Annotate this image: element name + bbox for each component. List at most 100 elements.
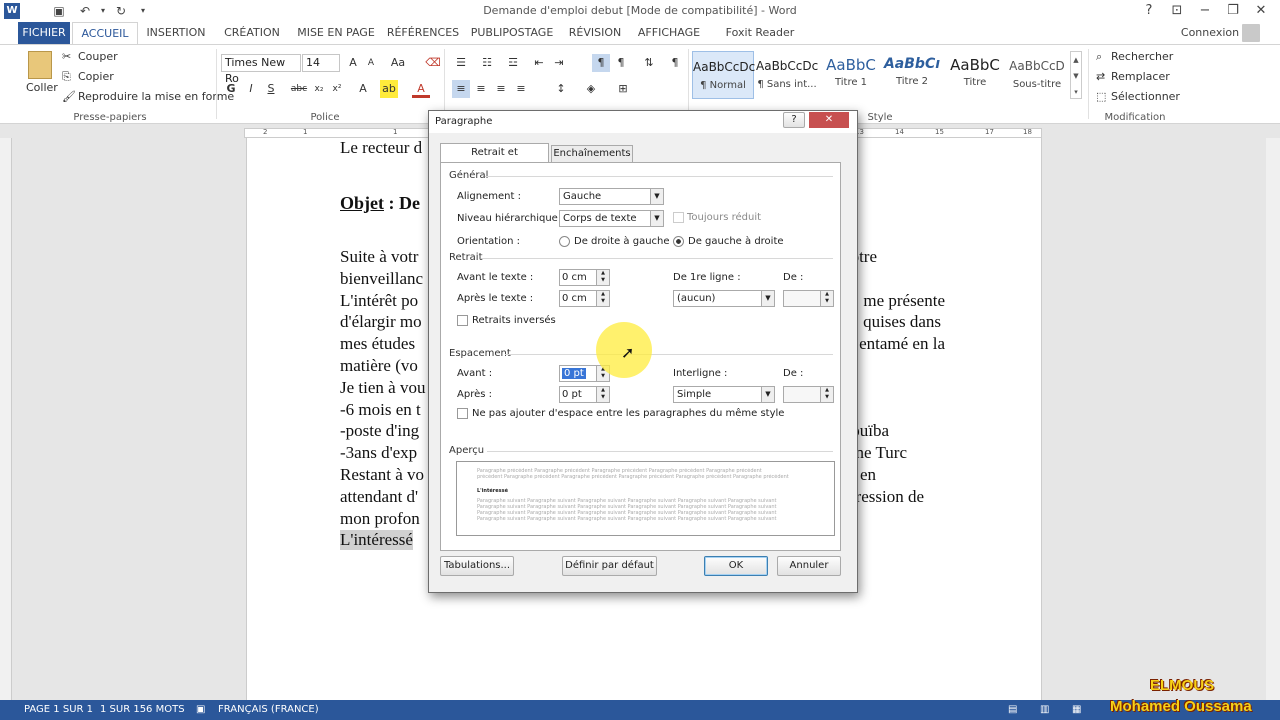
language[interactable]: FRANÇAIS (FRANCE) <box>218 704 319 715</box>
line-spacing-at-spinner[interactable]: ▲ ▼ <box>783 386 834 403</box>
align-center-icon[interactable]: ≡ <box>472 80 490 98</box>
rtl-radio[interactable] <box>559 236 570 247</box>
first-line-select[interactable]: (aucun) ▼ <box>673 290 775 307</box>
print-layout-icon[interactable]: ▥ <box>1040 704 1049 715</box>
tab-revision[interactable]: RÉVISION <box>564 22 626 44</box>
highlight-icon[interactable]: ab <box>380 80 398 98</box>
change-case-icon[interactable]: Aa <box>386 54 410 72</box>
superscript-icon[interactable]: x² <box>328 80 346 98</box>
indent-before-spinner[interactable]: 0 cm ▲ ▼ <box>559 269 610 286</box>
sort-icon[interactable]: ⇅ <box>640 54 658 72</box>
spinner-arrows-icon[interactable]: ▲▼ <box>596 291 609 306</box>
subscript-icon[interactable]: x₂ <box>310 80 328 98</box>
dialog-help-button[interactable]: ? <box>783 112 805 128</box>
vertical-ruler[interactable] <box>0 138 12 700</box>
spinner-arrows-icon[interactable]: ▲▼ <box>820 387 833 402</box>
line-spacing-select[interactable]: Simple ▼ <box>673 386 775 403</box>
italic-icon[interactable]: I <box>242 80 260 98</box>
style-no-spacing[interactable]: AaBbCcDc ¶ Sans int... <box>756 51 818 99</box>
shading-icon[interactable]: ◈ <box>582 80 600 98</box>
tabulations-button[interactable]: Tabulations... <box>440 556 514 576</box>
cut-icon[interactable]: ✂ <box>62 50 71 63</box>
show-marks-icon[interactable]: ¶ <box>666 54 684 72</box>
alignment-select[interactable]: Gauche ▼ <box>559 188 664 205</box>
tab-accueil[interactable]: ACCUEIL <box>72 22 138 45</box>
cancel-button[interactable]: Annuler <box>777 556 841 576</box>
account-link[interactable]: Connexion <box>1180 22 1240 44</box>
borders-icon[interactable]: ⊞ <box>614 80 632 98</box>
rtl-icon[interactable]: ¶ <box>612 54 630 72</box>
minimize-button[interactable]: − <box>1190 0 1220 22</box>
indent-after-spinner[interactable]: 0 cm ▲ ▼ <box>559 290 610 307</box>
shrink-font-icon[interactable]: A <box>362 54 380 72</box>
ok-button[interactable]: OK <box>704 556 768 576</box>
find-button[interactable]: Rechercher <box>1111 50 1173 63</box>
tab-retrait-espacement[interactable]: Retrait et espacement <box>440 143 549 176</box>
tab-foxit[interactable]: Foxit Reader PDF <box>714 22 806 61</box>
set-default-button[interactable]: Définir par défaut <box>562 556 657 576</box>
dialog-close-button[interactable]: ✕ <box>809 112 849 128</box>
dialog-title-bar[interactable]: Paragraphe ? ✕ <box>429 111 857 133</box>
collapsed-checkbox[interactable] <box>673 212 684 223</box>
multilevel-list-icon[interactable]: ☲ <box>504 54 522 72</box>
style-heading1[interactable]: AaBbC Titre 1 <box>820 51 882 99</box>
indent-by-spinner[interactable]: ▲ ▼ <box>783 290 834 307</box>
decrease-indent-icon[interactable]: ⇤ <box>530 54 548 72</box>
bullets-icon[interactable]: ☰ <box>452 54 470 72</box>
read-mode-icon[interactable]: ▤ <box>1008 704 1017 715</box>
line-spacing-icon[interactable]: ↕ <box>552 80 570 98</box>
paste-button[interactable]: Coller <box>26 81 58 94</box>
strikethrough-icon[interactable]: abc <box>290 80 308 98</box>
level-select[interactable]: Corps de texte ▼ <box>559 210 664 227</box>
increase-indent-icon[interactable]: ⇥ <box>550 54 568 72</box>
ltr-radio[interactable] <box>673 236 684 247</box>
find-icon[interactable]: ⌕ <box>1096 50 1102 64</box>
numbering-icon[interactable]: ☷ <box>478 54 496 72</box>
tab-insertion[interactable]: INSERTION <box>144 22 208 44</box>
tab-affichage[interactable]: AFFICHAGE <box>634 22 704 44</box>
grow-font-icon[interactable]: A <box>344 54 362 72</box>
ltr-icon[interactable]: ¶ <box>592 54 610 72</box>
styles-scroll-icon[interactable]: ▲ ▼ ▾ <box>1070 51 1082 99</box>
mirror-indents-checkbox[interactable] <box>457 315 468 326</box>
copy-button[interactable]: Copier <box>78 70 114 83</box>
font-size-input[interactable]: 14 <box>302 54 340 72</box>
word-count[interactable]: 1 SUR 156 MOTS <box>100 704 185 715</box>
style-title[interactable]: AaBbC Titre <box>944 51 1006 99</box>
spacing-after-spinner[interactable]: 0 pt ▲ ▼ <box>559 386 610 403</box>
tab-references[interactable]: RÉFÉRENCES <box>386 22 460 44</box>
replace-button[interactable]: Remplacer <box>1111 70 1170 83</box>
web-layout-icon[interactable]: ▦ <box>1072 704 1081 715</box>
no-space-checkbox[interactable] <box>457 408 468 419</box>
text-effects-icon[interactable]: A <box>354 80 372 98</box>
ribbon-display-button[interactable]: ⊡ <box>1162 0 1192 22</box>
close-button[interactable]: ✕ <box>1246 0 1276 22</box>
proofing-icon[interactable]: ▣ <box>196 704 205 715</box>
tab-enchainements[interactable]: Enchaînements <box>551 145 633 162</box>
tab-creation[interactable]: CRÉATION <box>220 22 284 44</box>
cut-button[interactable]: Couper <box>78 50 118 63</box>
format-painter-button[interactable]: Reproduire la mise en forme <box>78 90 234 103</box>
align-left-icon[interactable]: ≡ <box>452 80 470 98</box>
replace-icon[interactable]: ⇄ <box>1096 70 1105 83</box>
avatar[interactable] <box>1242 24 1260 42</box>
format-painter-icon[interactable]: 🖌 <box>62 90 76 103</box>
page-count[interactable]: PAGE 1 SUR 1 <box>24 704 93 715</box>
bold-icon[interactable]: G <box>222 80 240 98</box>
restore-button[interactable]: ❐ <box>1218 0 1248 22</box>
paste-icon[interactable] <box>28 51 52 79</box>
vertical-scrollbar[interactable] <box>1266 138 1280 700</box>
style-normal[interactable]: AaBbCcDc ¶ Normal <box>692 51 755 99</box>
clear-format-icon[interactable]: ⌫ <box>424 54 442 72</box>
help-button[interactable]: ? <box>1134 0 1164 22</box>
tab-fichier[interactable]: FICHIER <box>18 22 70 44</box>
style-heading2[interactable]: AaBbCı Titre 2 <box>882 51 942 99</box>
tab-publipostage[interactable]: PUBLIPOSTAGE <box>470 22 554 44</box>
justify-icon[interactable]: ≡ <box>512 80 530 98</box>
select-button[interactable]: Sélectionner <box>1111 90 1180 103</box>
underline-icon[interactable]: S <box>262 80 280 98</box>
spinner-arrows-icon[interactable]: ▲▼ <box>596 270 609 285</box>
copy-icon[interactable]: ⎘ <box>62 70 71 84</box>
select-icon[interactable]: ⬚ <box>1096 90 1106 103</box>
tab-mise-en-page[interactable]: MISE EN PAGE <box>296 22 376 44</box>
